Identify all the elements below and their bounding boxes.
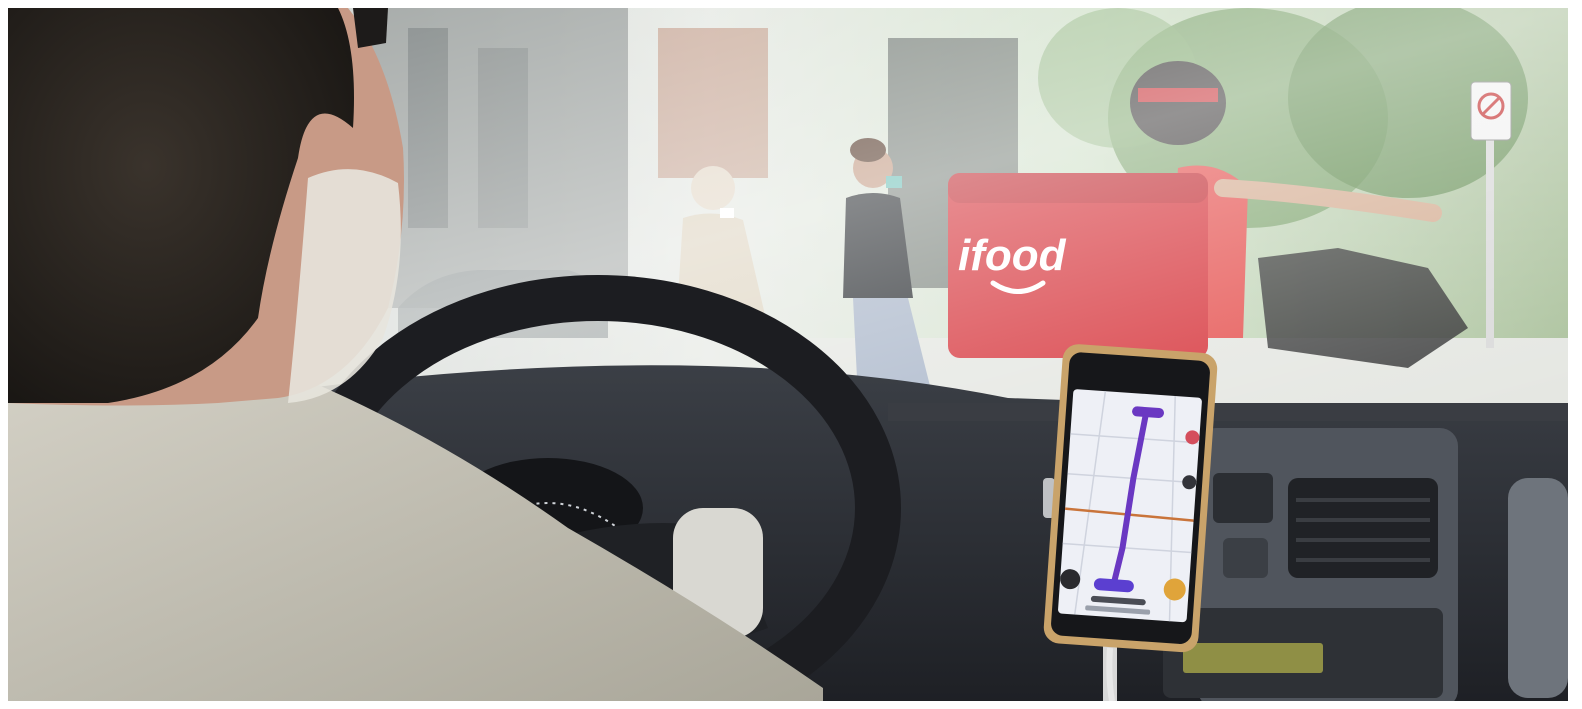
- smartphone: [1043, 344, 1218, 653]
- glasses: [353, 8, 388, 48]
- photo-frame: ifood: [8, 8, 1568, 701]
- charging-cable: [1106, 647, 1115, 701]
